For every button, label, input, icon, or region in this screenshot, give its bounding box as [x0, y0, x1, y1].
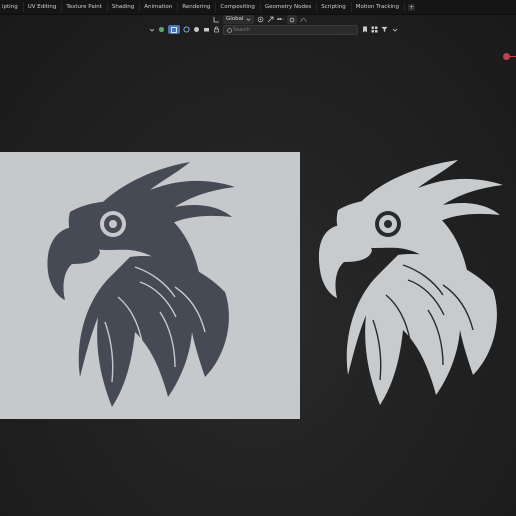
reference-image-plane[interactable] [0, 152, 300, 419]
orientation-dropdown[interactable]: Global [223, 15, 254, 24]
filter-icon[interactable] [381, 26, 388, 33]
chevron-down-icon[interactable] [148, 26, 155, 33]
scene-icon[interactable] [193, 26, 200, 33]
navigation-gizmo-x-handle[interactable] [503, 53, 510, 60]
camera-icon[interactable] [203, 26, 210, 33]
viewport-header: Search [148, 24, 398, 35]
tab-shading[interactable]: Shading [107, 2, 141, 12]
falloff-icon[interactable] [299, 16, 307, 23]
snap-icon[interactable] [267, 16, 274, 23]
mode-icon [171, 26, 177, 33]
view-layer-icon[interactable] [158, 26, 165, 33]
chevron-down-icon[interactable] [391, 26, 398, 33]
transform-toolbar: Global [213, 14, 307, 25]
tab-rendering[interactable]: Rendering [177, 2, 217, 12]
global-display-icon[interactable] [183, 26, 190, 33]
parrot-illustration-dark [47, 162, 235, 407]
workspace-tab-bar: ipting UV Editing Texture Paint Shading … [0, 0, 516, 15]
tab-uv-editing[interactable]: UV Editing [23, 2, 63, 12]
object-mode-toggle[interactable] [168, 25, 180, 34]
grid-icon[interactable] [371, 26, 378, 33]
proportional-icon [289, 17, 294, 22]
search-input[interactable]: Search [223, 24, 358, 35]
tab-scripting[interactable]: Scripting [316, 2, 352, 12]
orientation-label: Global [226, 16, 244, 22]
parrot-illustration-light [318, 160, 503, 405]
bookmark-icon[interactable] [361, 26, 368, 33]
tab-texture-paint[interactable]: Texture Paint [61, 2, 108, 12]
add-workspace-button[interactable]: + [408, 3, 416, 11]
tab-compositing[interactable]: Compositing [215, 2, 261, 12]
proportional-edit-toggle[interactable] [286, 15, 297, 24]
pivot-point-icon[interactable] [257, 16, 264, 23]
x-axis-line [510, 56, 516, 57]
tab-scripting-partial[interactable]: ipting [0, 2, 24, 12]
tab-motion-tracking[interactable]: Motion Tracking [351, 2, 406, 12]
tab-geometry-nodes[interactable]: Geometry Nodes [260, 2, 318, 12]
snap-target-icon[interactable] [276, 16, 284, 23]
tab-animation[interactable]: Animation [139, 2, 179, 12]
transform-orientation-icon[interactable] [213, 16, 220, 23]
chevron-down-icon [246, 18, 250, 21]
lock-icon[interactable] [213, 26, 220, 33]
